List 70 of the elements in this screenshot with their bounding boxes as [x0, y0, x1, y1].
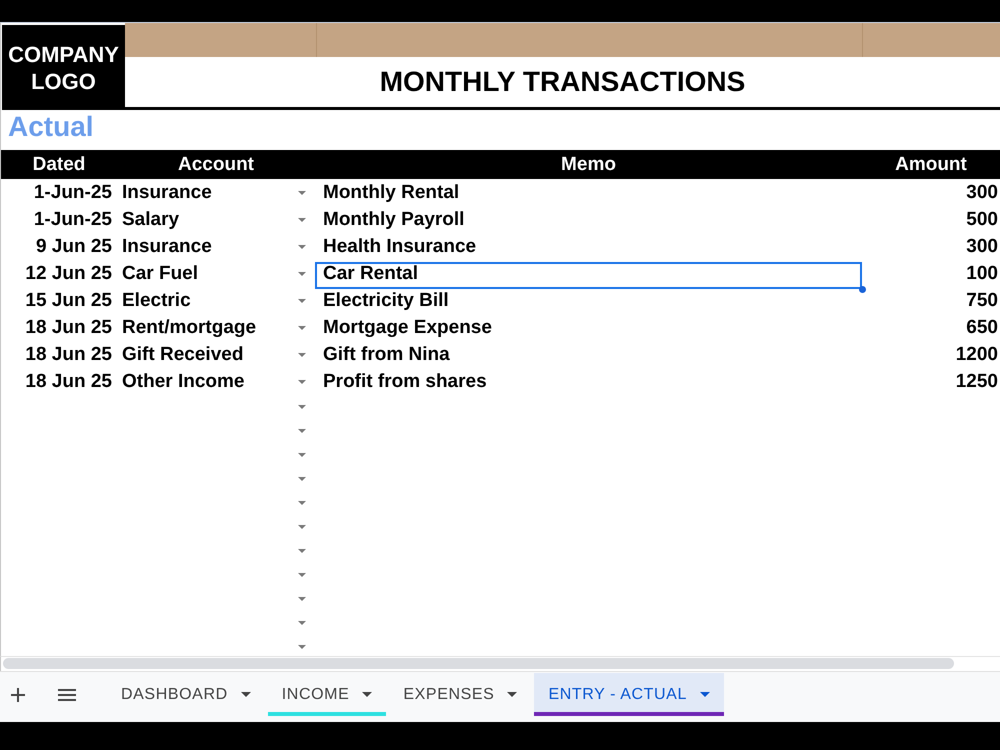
- amount-text: 650: [966, 316, 998, 338]
- date-text: 1-Jun-25: [34, 182, 112, 202]
- sheet-tab[interactable]: ENTRY - ACTUAL: [534, 673, 724, 716]
- date-text: 18 Jun 25: [25, 370, 112, 392]
- dropdown-arrow-icon[interactable]: [298, 573, 306, 577]
- memo-text: Gift from Nina: [323, 344, 450, 366]
- dropdown-arrow-icon[interactable]: [298, 477, 306, 481]
- dropdown-arrow-icon[interactable]: [298, 645, 306, 649]
- dropdown-arrow-icon[interactable]: [298, 501, 306, 505]
- dropdown-arrow-icon[interactable]: [298, 597, 306, 601]
- amount-text: 1250: [956, 370, 998, 392]
- date-text: 18 Jun 25: [25, 316, 112, 338]
- dropdown-arrow-icon[interactable]: [298, 298, 306, 302]
- account-text: Gift Received: [122, 344, 244, 366]
- column-header: Memo: [561, 154, 616, 174]
- dropdown-arrow-icon[interactable]: [298, 525, 306, 529]
- amount-text: 100: [966, 262, 998, 284]
- dropdown-arrow-icon[interactable]: [298, 621, 306, 625]
- memo-text: Car Rental: [323, 262, 418, 284]
- sheet-title: MONTHLY TRANSACTIONS: [380, 66, 746, 98]
- memo-text: Profit from shares: [323, 370, 487, 392]
- date-text: 18 Jun 25: [25, 344, 112, 364]
- date-text: 9 Jun 25: [36, 236, 112, 256]
- sheet-tab[interactable]: INCOME: [268, 673, 386, 716]
- dropdown-arrow-icon[interactable]: [298, 218, 306, 222]
- menu-icon: [58, 688, 76, 700]
- dropdown-arrow-icon[interactable]: [298, 380, 306, 384]
- account-text: Rent/mortgage: [122, 316, 256, 338]
- account-text: Salary: [122, 208, 180, 230]
- dropdown-arrow-icon[interactable]: [298, 190, 306, 194]
- amount-text: 1200: [956, 344, 998, 364]
- caret-icon: [700, 692, 710, 697]
- amount-text: 300: [966, 236, 998, 256]
- dropdown-arrow-icon[interactable]: [298, 326, 306, 330]
- dropdown-arrow-icon[interactable]: [298, 405, 306, 409]
- account-text: Car Fuel: [122, 262, 198, 284]
- column-header: Account: [178, 154, 254, 174]
- dropdown-arrow-icon[interactable]: [298, 272, 306, 276]
- column-header: Amount: [895, 154, 967, 174]
- dropdown-arrow-icon[interactable]: [298, 429, 306, 433]
- plus-icon: [11, 688, 25, 702]
- memo-text: Monthly Payroll: [323, 208, 464, 230]
- account-text: Other Income: [122, 370, 244, 392]
- memo-text: Electricity Bill: [323, 290, 449, 312]
- date-text: 1-Jun-25: [34, 208, 112, 230]
- dropdown-arrow-icon[interactable]: [298, 549, 306, 553]
- dropdown-arrow-icon[interactable]: [298, 244, 306, 248]
- column-header: Dated: [32, 154, 86, 174]
- section-label: Actual: [8, 110, 94, 144]
- dropdown-arrow-icon[interactable]: [298, 453, 306, 457]
- sheet-tab[interactable]: DASHBOARD: [107, 673, 265, 716]
- account-text: Electric: [122, 290, 191, 312]
- memo-text: Health Insurance: [323, 236, 476, 258]
- caret-icon: [240, 692, 251, 697]
- fill-handle-icon[interactable]: [859, 286, 866, 293]
- caret-icon: [507, 692, 518, 697]
- date-text: 15 Jun 25: [25, 290, 112, 310]
- dropdown-arrow-icon[interactable]: [298, 352, 306, 356]
- date-text: 12 Jun 25: [25, 262, 112, 284]
- caret-icon: [362, 692, 372, 697]
- sheet-tab[interactable]: EXPENSES: [389, 673, 532, 716]
- company-logo: COMPANY LOGO: [2, 25, 125, 110]
- memo-text: Mortgage Expense: [323, 316, 492, 338]
- amount-text: 750: [966, 290, 998, 310]
- scrollbar-thumb[interactable]: [3, 658, 954, 669]
- account-text: Insurance: [122, 182, 212, 204]
- amount-text: 300: [966, 182, 998, 202]
- amount-text: 500: [966, 208, 998, 230]
- memo-text: Monthly Rental: [323, 182, 460, 204]
- account-text: Insurance: [122, 236, 212, 258]
